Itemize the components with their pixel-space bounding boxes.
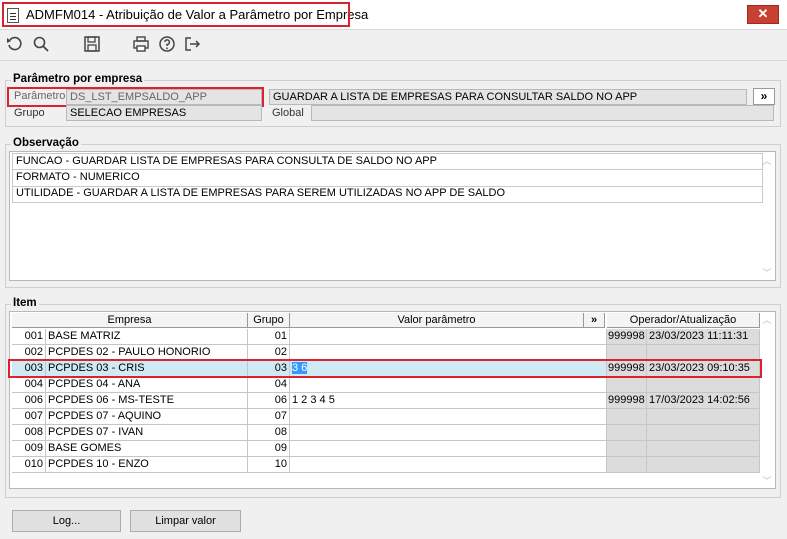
- cell-code: 008: [12, 425, 46, 441]
- scroll-down-icon[interactable]: ﹀: [760, 474, 774, 487]
- exit-icon[interactable]: [182, 34, 202, 54]
- cell-name: PCPDES 07 - AQUINO: [46, 409, 248, 425]
- empresa-grid: Empresa Grupo Valor parâmetro » Operador…: [9, 311, 776, 489]
- cell-name: BASE GOMES: [46, 441, 248, 457]
- cell-operador: 999998: [607, 329, 647, 345]
- cell-name: PCPDES 04 - ANA: [46, 377, 248, 393]
- table-row[interactable]: 007 PCPDES 07 - AQUINO 07: [12, 409, 762, 425]
- cell-valor[interactable]: [290, 441, 607, 457]
- scroll-up-icon[interactable]: ︿: [760, 313, 774, 326]
- table-row[interactable]: 006 PCPDES 06 - MS-TESTE 06 1 2 3 4 5 999998…: [12, 393, 762, 409]
- cell-valor[interactable]: [290, 457, 607, 473]
- cell-data: [647, 441, 760, 457]
- cell-name: PCPDES 10 - ENZO: [46, 457, 248, 473]
- cell-code: 001: [12, 329, 46, 345]
- cell-grupo: 07: [248, 409, 290, 425]
- print-icon[interactable]: [131, 34, 151, 54]
- table-row[interactable]: 009 BASE GOMES 09: [12, 441, 762, 457]
- save-icon[interactable]: [82, 34, 102, 54]
- grupo-label: Grupo: [14, 107, 45, 119]
- cell-grupo: 06: [248, 393, 290, 409]
- cell-operador: 999998: [607, 393, 647, 409]
- close-button[interactable]: ✕: [747, 5, 779, 24]
- cell-valor[interactable]: [290, 377, 607, 393]
- parametro-description: GUARDAR A LISTA DE EMPRESAS PARA CONSULT…: [269, 89, 747, 105]
- item-title: Item: [11, 297, 39, 309]
- cell-data: 17/03/2023 14:02:56: [647, 393, 760, 409]
- table-row[interactable]: 001 BASE MATRIZ 01 999998 23/03/2023 11:11:3…: [12, 329, 762, 345]
- cell-valor[interactable]: [290, 409, 607, 425]
- title-highlight: [2, 2, 350, 27]
- cell-code: 009: [12, 441, 46, 457]
- cell-valor[interactable]: 1 2 3 4 5: [290, 393, 607, 409]
- cell-grupo: 09: [248, 441, 290, 457]
- log-button[interactable]: Log...: [12, 510, 121, 532]
- cell-grupo: 04: [248, 377, 290, 393]
- cell-code: 010: [12, 457, 46, 473]
- observacao-line: FORMATO - NUMERICO: [12, 170, 763, 187]
- cell-grupo: 01: [248, 329, 290, 345]
- cell-code: 006: [12, 393, 46, 409]
- cell-grupo: 10: [248, 457, 290, 473]
- global-field: [311, 105, 774, 121]
- cell-grupo: 08: [248, 425, 290, 441]
- cell-data: [647, 409, 760, 425]
- cell-code: 007: [12, 409, 46, 425]
- cell-operador: [607, 425, 647, 441]
- cell-name: PCPDES 06 - MS-TESTE: [46, 393, 248, 409]
- table-row[interactable]: 004 PCPDES 04 - ANA 04: [12, 377, 762, 393]
- parameter-group-title: Parâmetro por empresa: [11, 73, 145, 85]
- cell-valor[interactable]: [290, 329, 607, 345]
- cell-data: [647, 457, 760, 473]
- table-row[interactable]: 008 PCPDES 07 - IVAN 08: [12, 425, 762, 441]
- observacao-line: FUNCAO - GUARDAR LISTA DE EMPRESAS PARA …: [12, 153, 763, 170]
- cell-name: BASE MATRIZ: [46, 329, 248, 345]
- help-icon[interactable]: [157, 34, 177, 54]
- scroll-up-icon[interactable]: ︿: [760, 154, 774, 167]
- table-row[interactable]: 010 PCPDES 10 - ENZO 10: [12, 457, 762, 473]
- grupo-field: SELECAO EMPRESAS: [66, 105, 262, 121]
- cell-operador: [607, 377, 647, 393]
- undo-icon[interactable]: [5, 34, 25, 54]
- cell-operador: [607, 457, 647, 473]
- cell-data: [647, 425, 760, 441]
- parametro-expand-button[interactable]: »: [753, 88, 775, 105]
- observacao-text-area[interactable]: FUNCAO - GUARDAR LISTA DE EMPRESAS PARA …: [9, 151, 776, 281]
- cell-operador: [607, 409, 647, 425]
- observacao-line: UTILIDADE - GUARDAR A LISTA DE EMPRESAS …: [12, 186, 763, 203]
- cell-operador: [607, 441, 647, 457]
- toolbar-separator: [0, 60, 787, 61]
- scroll-down-icon[interactable]: ﹀: [760, 266, 774, 279]
- cell-data: 23/03/2023 11:11:31: [647, 329, 760, 345]
- search-icon[interactable]: [31, 34, 51, 54]
- global-label: Global: [272, 107, 304, 119]
- grid-body: 001 BASE MATRIZ 01 999998 23/03/2023 11:11:3…: [10, 312, 777, 490]
- parametro-highlight: [7, 87, 264, 107]
- limpar-valor-button[interactable]: Limpar valor: [130, 510, 241, 532]
- selected-row-highlight: [8, 359, 762, 378]
- cell-data: [647, 377, 760, 393]
- cell-name: PCPDES 07 - IVAN: [46, 425, 248, 441]
- cell-code: 004: [12, 377, 46, 393]
- observacao-title: Observação: [11, 137, 81, 149]
- cell-valor[interactable]: [290, 425, 607, 441]
